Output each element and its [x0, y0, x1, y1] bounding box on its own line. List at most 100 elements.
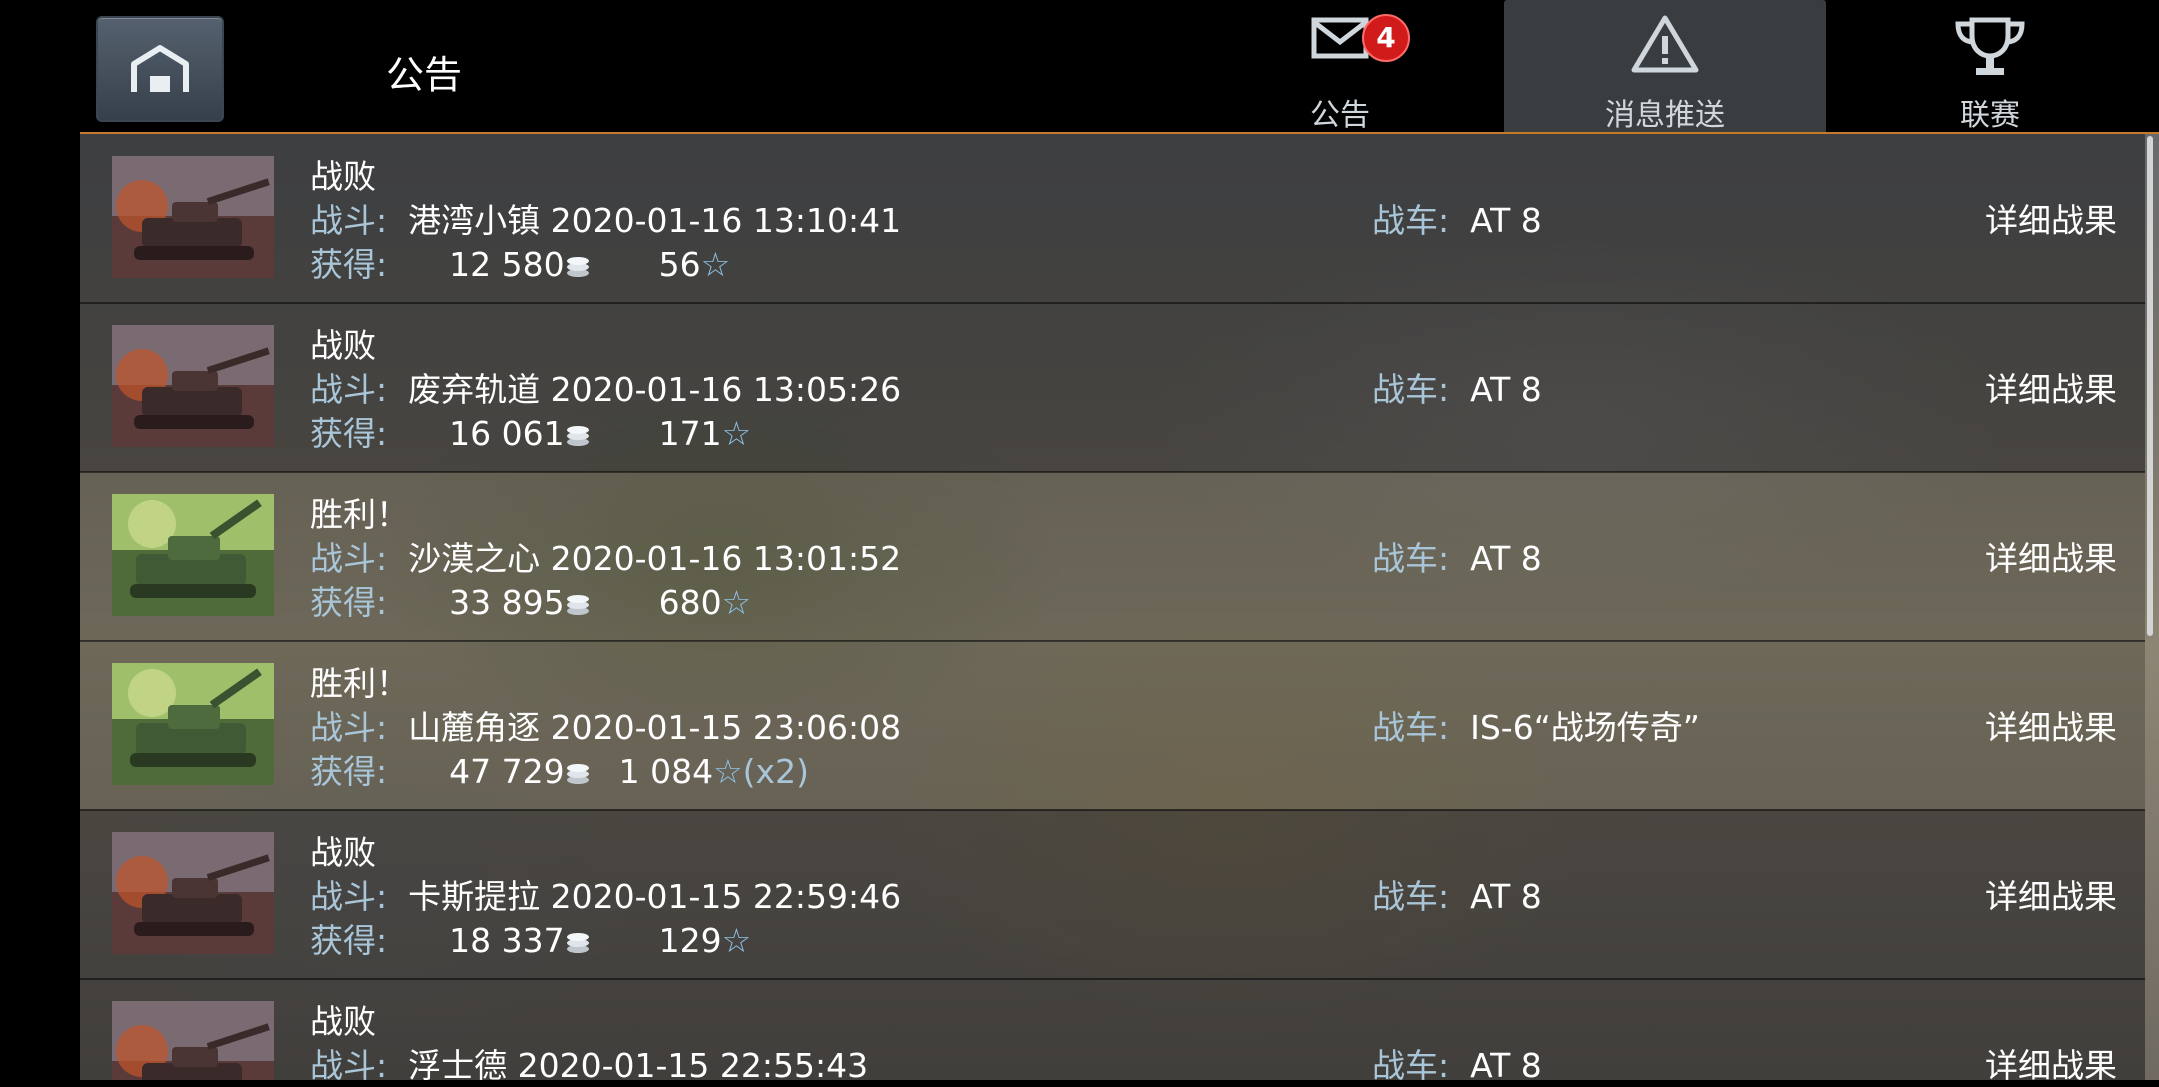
earn-label: 获得:: [310, 921, 388, 960]
battle-label: 战斗:: [310, 708, 388, 747]
silver-coin-icon: [566, 595, 589, 615]
credits-value: 33 895: [449, 583, 565, 622]
tank-label: 战车:: [1372, 877, 1450, 916]
tab-push-messages-label: 消息推送: [1605, 98, 1725, 133]
map-name: 港湾小镇: [408, 201, 541, 240]
earn-label: 获得:: [310, 414, 388, 453]
page-title: 公告: [386, 53, 463, 97]
detail-results-button[interactable]: 详细战果: [1985, 701, 2117, 749]
battle-datetime: 2020-01-16 13:01:52: [550, 539, 902, 578]
star-icon: ☆: [721, 414, 752, 453]
silver-coin-icon: [566, 933, 589, 953]
battle-row[interactable]: 战败 战斗: 港湾小镇 2020-01-16 13:10:41 获得: 12 58…: [80, 134, 2145, 304]
map-name: 废弃轨道: [408, 370, 541, 409]
battle-result: 战败: [310, 833, 376, 872]
earnings: 获得: 33 895 680☆: [310, 576, 751, 624]
tab-league[interactable]: 联赛: [1900, 0, 2080, 133]
battle-datetime: 2020-01-15 22:59:46: [550, 877, 902, 916]
tank-name: AT 8: [1470, 370, 1542, 409]
tank-info: 战车: AT 8: [1372, 532, 1542, 580]
silver-coin-icon: [566, 426, 589, 446]
tank-info: 战车: AT 8: [1372, 870, 1542, 918]
map-name: 卡斯提拉: [408, 877, 541, 916]
tank-name: AT 8: [1470, 877, 1542, 916]
detail-results-button[interactable]: 详细战果: [1985, 532, 2117, 580]
tank-name: AT 8: [1470, 539, 1542, 578]
battle-datetime: 2020-01-16 13:05:26: [550, 370, 902, 409]
battle-row[interactable]: 战败 战斗: 卡斯提拉 2020-01-15 22:59:46 获得: 18 33…: [80, 810, 2145, 980]
home-button[interactable]: [96, 16, 224, 122]
defeat-thumbnail: [112, 832, 274, 954]
battle-result: 战败: [310, 326, 376, 365]
earn-label: 获得:: [310, 245, 388, 284]
battle-datetime: 2020-01-15 22:55:43: [517, 1046, 869, 1085]
tab-announcements[interactable]: 公告: [1250, 0, 1430, 133]
detail-results-button[interactable]: 详细战果: [1985, 363, 2117, 411]
trophy-icon: [1952, 14, 2028, 84]
garage-icon: [131, 45, 189, 92]
battle-info: 战斗: 沙漠之心 2020-01-16 13:01:52: [310, 532, 901, 580]
tank-info: 战车: AT 8: [1372, 194, 1542, 242]
battle-info: 战斗: 卡斯提拉 2020-01-15 22:59:46: [310, 870, 901, 918]
battle-label: 战斗:: [310, 877, 388, 916]
battle-result: 胜利！: [310, 495, 409, 534]
tank-label: 战车:: [1372, 201, 1450, 240]
detail-results-button[interactable]: 详细战果: [1985, 870, 2117, 918]
battle-label: 战斗:: [310, 201, 388, 240]
defeat-thumbnail: [112, 156, 274, 278]
battle-datetime: 2020-01-15 23:06:08: [550, 708, 902, 747]
xp-value: 56: [658, 245, 701, 284]
battle-label: 战斗:: [310, 370, 388, 409]
earn-label: 获得:: [310, 583, 388, 622]
xp-multiplier: (x2): [742, 752, 809, 791]
credits-value: 47 729: [449, 752, 565, 791]
battle-label: 战斗:: [310, 539, 388, 578]
xp-value: 171: [658, 414, 722, 453]
tank-info: 战车: AT 8: [1372, 363, 1542, 411]
credits-value: 18 337: [449, 921, 565, 960]
star-icon: ☆: [713, 752, 743, 791]
mail-icon: [1310, 14, 1370, 66]
tank-label: 战车:: [1372, 708, 1450, 747]
battle-row[interactable]: 战败 战斗: 浮士德 2020-01-15 22:55:43 战车: AT 8 …: [80, 979, 2145, 1085]
tank-label: 战车:: [1372, 539, 1450, 578]
battle-info: 战斗: 废弃轨道 2020-01-16 13:05:26: [310, 363, 901, 411]
tab-push-messages[interactable]: 消息推送: [1504, 0, 1826, 133]
notification-badge: 4: [1362, 14, 1410, 62]
xp-value: 680: [658, 583, 722, 622]
star-icon: ☆: [700, 245, 731, 284]
tank-label: 战车:: [1372, 370, 1450, 409]
battle-info: 战斗: 港湾小镇 2020-01-16 13:10:41: [310, 194, 901, 242]
battle-result: 战败: [310, 1002, 376, 1041]
battle-label: 战斗:: [310, 1046, 388, 1085]
star-icon: ☆: [721, 583, 752, 622]
earnings: 获得: 12 580 56☆: [310, 238, 730, 286]
credits-value: 12 580: [449, 245, 565, 284]
map-name: 浮士德: [408, 1046, 508, 1085]
map-name: 沙漠之心: [408, 539, 541, 578]
battle-row[interactable]: 战败 战斗: 废弃轨道 2020-01-16 13:05:26 获得: 16 06…: [80, 303, 2145, 473]
battle-result: 战败: [310, 157, 376, 196]
tank-label: 战车:: [1372, 1046, 1450, 1085]
xp-value: 1 084: [618, 752, 714, 791]
battle-result: 胜利！: [310, 664, 409, 703]
xp-value: 129: [658, 921, 722, 960]
tab-league-label: 联赛: [1960, 98, 2020, 133]
battle-row[interactable]: 胜利！ 战斗: 山麓角逐 2020-01-15 23:06:08 获得: 47 7…: [80, 641, 2145, 811]
credits-value: 16 061: [449, 414, 565, 453]
earnings: 获得: 47 729 1 084☆(x2): [310, 745, 809, 793]
silver-coin-icon: [566, 764, 589, 784]
silver-coin-icon: [566, 257, 589, 277]
earn-label: 获得:: [310, 752, 388, 791]
tank-name: AT 8: [1470, 1046, 1542, 1085]
tank-name: AT 8: [1470, 201, 1542, 240]
victory-thumbnail: [112, 663, 274, 785]
tank-name: IS-6“战场传奇”: [1470, 708, 1700, 747]
defeat-thumbnail: [112, 1001, 274, 1080]
scrollbar[interactable]: [2147, 136, 2153, 636]
earnings: 获得: 18 337 129☆: [310, 914, 751, 962]
defeat-thumbnail: [112, 325, 274, 447]
detail-results-button[interactable]: 详细战果: [1985, 194, 2117, 242]
battle-row[interactable]: 胜利！ 战斗: 沙漠之心 2020-01-16 13:01:52 获得: 33 8…: [80, 472, 2145, 642]
victory-thumbnail: [112, 494, 274, 616]
